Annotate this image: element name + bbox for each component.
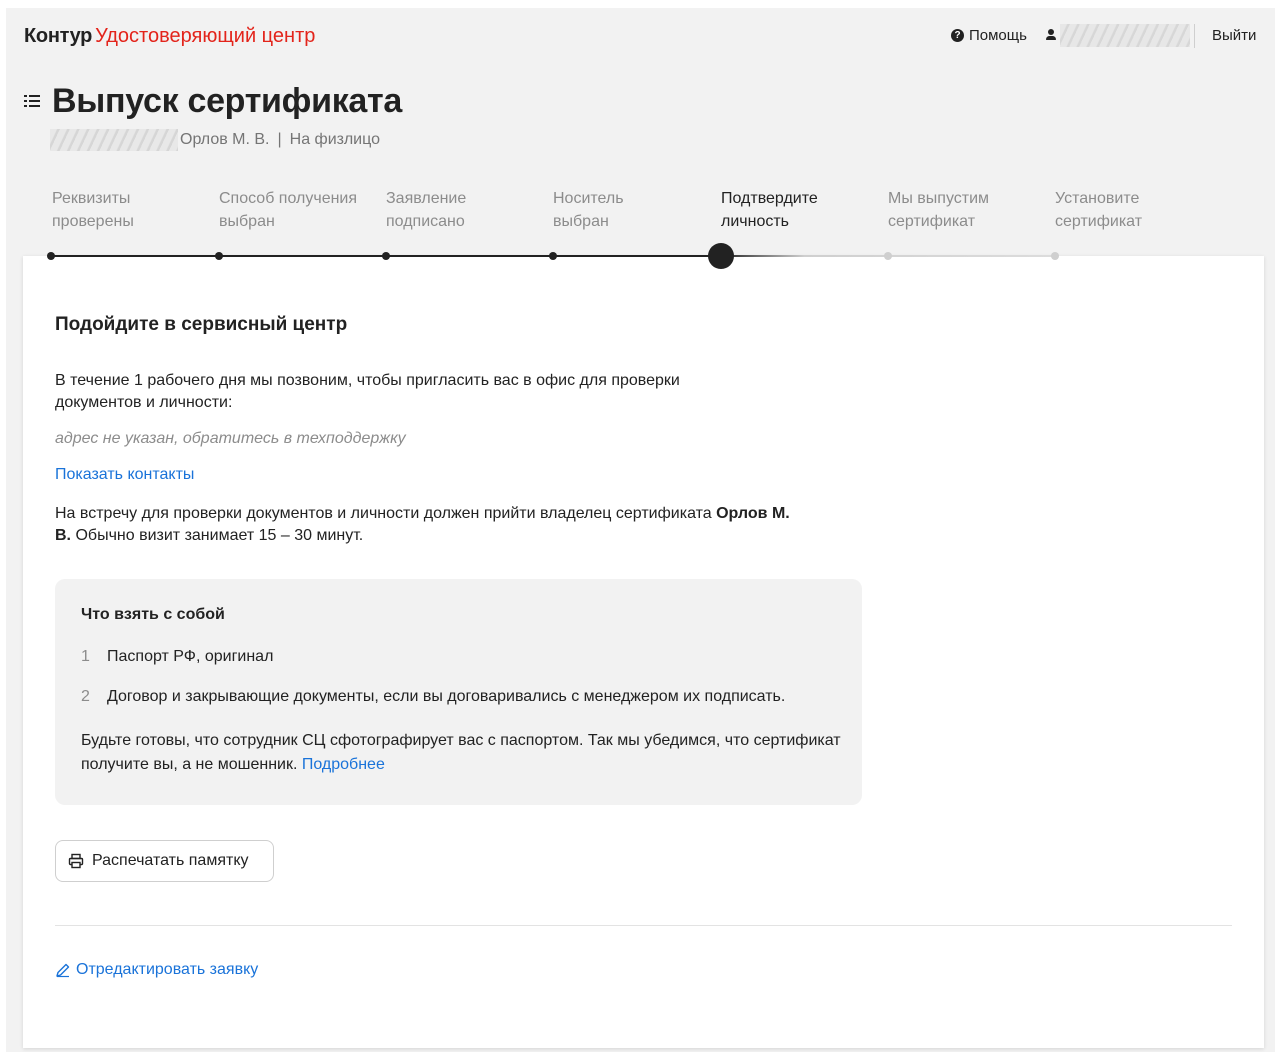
checklist-title: Что взять с собой [81, 606, 225, 623]
edit-application-label: Отредактировать заявку [76, 961, 259, 978]
step-label-line2: сертификат [1055, 213, 1143, 230]
product-name: Удостоверяющий центр [95, 25, 316, 47]
user-icon [1045, 28, 1057, 42]
step-confirm-identity: Подтвердите личность [721, 187, 881, 233]
step-dot-done [47, 252, 55, 260]
step-label-line2: выбран [553, 213, 609, 230]
step-requisites: Реквизиты проверены [52, 187, 212, 233]
step-label-line2: подписано [386, 213, 465, 230]
more-link[interactable]: Подробнее [302, 756, 385, 773]
owner-name: Орлов М. В. [180, 131, 270, 148]
intro-text: В течение 1 рабочего дня мы позвоним, чт… [55, 372, 680, 411]
list-item-number: 2 [81, 688, 90, 705]
printer-icon [68, 853, 84, 869]
brand-name: Контур [24, 25, 93, 47]
step-label-line2: сертификат [888, 213, 976, 230]
step-media: Носитель выбран [553, 187, 713, 233]
step-label-line1: Реквизиты [52, 190, 131, 207]
list-item: 2 Договор и закрывающие документы, если в… [81, 688, 785, 706]
step-dot-upcoming [1051, 252, 1059, 260]
step-label-line2: выбран [219, 213, 275, 230]
organization-redacted [50, 129, 178, 151]
list-icon[interactable] [24, 94, 40, 108]
section-heading: Подойдите в сервисный центр [55, 314, 348, 335]
list-item-number: 1 [81, 648, 90, 665]
step-dot-done [382, 252, 390, 260]
step-label-line1: Заявление [386, 190, 467, 207]
logout-button[interactable]: Выйти [1212, 27, 1256, 44]
step-label-line1: Носитель [553, 190, 624, 207]
step-dot-upcoming [884, 252, 892, 260]
step-label-line1: Мы выпустим [888, 190, 990, 207]
step-application: Заявление подписано [386, 187, 546, 233]
step-issue: Мы выпустим сертификат [888, 187, 1048, 233]
show-contacts-link[interactable]: Показать контакты [55, 466, 194, 484]
meeting-text: На встречу для проверки документов и лич… [55, 503, 795, 547]
step-label-line2: личность [721, 213, 790, 230]
owner-type: На физлицо [289, 131, 380, 148]
step-dot-current [708, 243, 734, 269]
print-memo-button[interactable]: Распечатать памятку [55, 840, 274, 882]
help-label: Помощь [969, 27, 1027, 44]
photo-note-text: Будьте готовы, что сотрудник СЦ сфотогра… [81, 732, 841, 773]
subtitle-separator: | [277, 131, 282, 148]
page-title: Выпуск сертификата [52, 82, 402, 120]
photo-note: Будьте готовы, что сотрудник СЦ сфотогра… [81, 729, 841, 777]
help-link[interactable]: ? Помощь [951, 27, 1027, 44]
step-label-line1: Установите [1055, 190, 1140, 207]
divider [55, 925, 1232, 926]
list-item-text: Паспорт РФ, оригинал [107, 648, 274, 665]
step-install: Установите сертификат [1055, 187, 1215, 233]
user-name-redacted[interactable] [1060, 24, 1190, 47]
step-dot-done [549, 252, 557, 260]
brand-logo[interactable]: Контур Удостоверяющий центр [24, 25, 315, 48]
pencil-icon [56, 963, 70, 978]
meeting-text-part1: На встречу для проверки документов и лич… [55, 505, 712, 522]
step-label-line1: Подтвердите [721, 190, 818, 207]
list-item-text: Договор и закрывающие документы, если вы… [107, 688, 786, 705]
step-delivery-method: Способ получения выбран [219, 187, 379, 233]
meeting-text-part2: Обычно визит занимает 15 – 30 минут. [75, 527, 364, 544]
question-circle-icon: ? [951, 29, 964, 42]
list-item: 1 Паспорт РФ, оригинал [81, 648, 273, 666]
step-label-line1: Способ получения [219, 190, 358, 207]
edit-application-link[interactable]: Отредактировать заявку [55, 961, 258, 979]
page-subtitle: Орлов М. В. | На физлицо [180, 131, 380, 149]
step-dot-done [215, 252, 223, 260]
header-divider [1194, 24, 1195, 48]
address-missing-text: адрес не указан, обратитесь в техподдерж… [55, 430, 406, 447]
step-label-line2: проверены [52, 213, 134, 230]
print-memo-label: Распечатать памятку [92, 852, 249, 869]
